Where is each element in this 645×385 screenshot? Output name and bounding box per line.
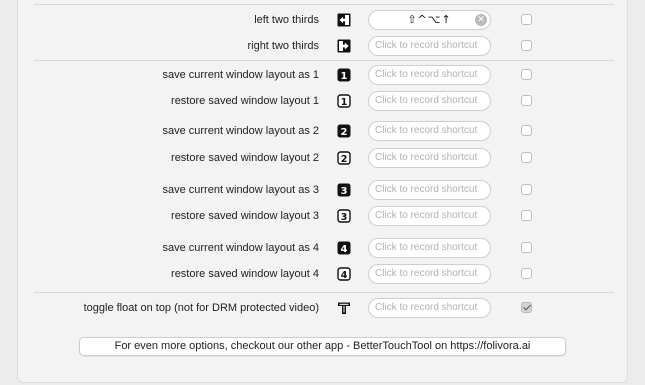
shortcut-recorder-field[interactable]: Click to record shortcut bbox=[368, 206, 491, 226]
shortcut-row: save current window layout as 3 3 Click to… bbox=[0, 180, 645, 200]
shortcut-row-label: restore saved window layout 4 bbox=[171, 268, 319, 280]
outlined-square-3-icon: 3 bbox=[337, 209, 351, 223]
shortcut-row-label: save current window layout as 4 bbox=[162, 242, 319, 254]
shortcut-row-label: save current window layout as 2 bbox=[162, 125, 319, 137]
enable-checkbox[interactable] bbox=[521, 184, 532, 195]
shortcut-row-label: toggle float on top (not for DRM protect… bbox=[83, 302, 319, 314]
separator bbox=[34, 4, 614, 5]
shortcut-row-label: right two thirds bbox=[247, 40, 319, 52]
enable-checkbox[interactable] bbox=[521, 95, 532, 106]
shortcut-row-label: restore saved window layout 1 bbox=[171, 95, 319, 107]
enable-checkbox[interactable] bbox=[521, 242, 532, 253]
svg-text:2: 2 bbox=[341, 127, 348, 138]
svg-text:2: 2 bbox=[341, 154, 348, 165]
separator bbox=[34, 60, 614, 61]
float-on-top-icon bbox=[337, 301, 351, 315]
shortcut-recorder-field[interactable]: Click to record shortcut bbox=[368, 298, 491, 318]
shortcut-recorder-field[interactable]: Click to record shortcut bbox=[368, 36, 491, 56]
shortcut-row: left two thirds ⇧^⌥↑ ✕ bbox=[0, 10, 645, 30]
enable-checkbox[interactable] bbox=[521, 125, 532, 136]
snap-left-two-thirds-icon bbox=[337, 13, 351, 27]
shortcut-row: save current window layout as 1 1 Click to… bbox=[0, 65, 645, 85]
outlined-square-2-icon: 2 bbox=[337, 151, 351, 165]
shortcut-row: save current window layout as 4 4 Click to… bbox=[0, 238, 645, 258]
outlined-square-1-icon: 1 bbox=[337, 94, 351, 108]
recorded-shortcut-value: ⇧^⌥↑ bbox=[407, 13, 452, 26]
filled-square-3-icon: 3 bbox=[337, 183, 351, 197]
filled-square-1-icon: 1 bbox=[337, 68, 351, 82]
shortcut-row: restore saved window layout 2 2 Click to r… bbox=[0, 148, 645, 168]
shortcut-recorder-field[interactable]: Click to record shortcut bbox=[368, 65, 491, 85]
enable-checkbox[interactable] bbox=[521, 40, 532, 51]
shortcut-row-label: save current window layout as 1 bbox=[162, 69, 319, 81]
filled-square-2-icon: 2 bbox=[337, 124, 351, 138]
enable-checkbox[interactable] bbox=[521, 268, 532, 279]
outlined-square-4-icon: 4 bbox=[337, 267, 351, 281]
svg-text:4: 4 bbox=[341, 244, 348, 255]
shortcut-row: restore saved window layout 3 3 Click to r… bbox=[0, 206, 645, 226]
shortcut-recorder-field[interactable]: Click to record shortcut bbox=[368, 180, 491, 200]
shortcut-row: restore saved window layout 1 1 Click to r… bbox=[0, 91, 645, 111]
shortcut-row: restore saved window layout 4 4 Click to r… bbox=[0, 264, 645, 284]
shortcut-row-label: restore saved window layout 3 bbox=[171, 210, 319, 222]
shortcut-row: right two thirds Click to record shortcut bbox=[0, 36, 645, 56]
bettertouchtool-link-button[interactable]: For even more options, checkout our othe… bbox=[79, 337, 566, 356]
shortcut-row: save current window layout as 2 2 Click to… bbox=[0, 121, 645, 141]
shortcut-recorder-field[interactable]: ⇧^⌥↑ ✕ bbox=[368, 10, 491, 30]
enable-checkbox[interactable] bbox=[521, 210, 532, 221]
svg-text:3: 3 bbox=[341, 186, 348, 197]
svg-text:1: 1 bbox=[341, 71, 348, 82]
svg-text:4: 4 bbox=[341, 270, 348, 281]
enable-checkbox[interactable] bbox=[521, 14, 532, 25]
enable-checkbox[interactable] bbox=[521, 302, 532, 313]
filled-square-4-icon: 4 bbox=[337, 241, 351, 255]
shortcut-recorder-field[interactable]: Click to record shortcut bbox=[368, 91, 491, 111]
shortcut-row-label: save current window layout as 3 bbox=[162, 184, 319, 196]
separator bbox=[34, 292, 614, 293]
svg-text:1: 1 bbox=[341, 97, 348, 108]
shortcut-recorder-field[interactable]: Click to record shortcut bbox=[368, 121, 491, 141]
shortcut-row-label: restore saved window layout 2 bbox=[171, 152, 319, 164]
shortcut-recorder-field[interactable]: Click to record shortcut bbox=[368, 148, 491, 168]
shortcut-recorder-field[interactable]: Click to record shortcut bbox=[368, 238, 491, 258]
shortcut-row: toggle float on top (not for DRM protect… bbox=[0, 298, 645, 318]
shortcut-recorder-field[interactable]: Click to record shortcut bbox=[368, 264, 491, 284]
snap-right-two-thirds-icon bbox=[337, 39, 351, 53]
clear-shortcut-icon[interactable]: ✕ bbox=[475, 14, 487, 26]
svg-text:3: 3 bbox=[341, 212, 348, 223]
enable-checkbox[interactable] bbox=[521, 69, 532, 80]
shortcut-row-label: left two thirds bbox=[254, 14, 319, 26]
enable-checkbox[interactable] bbox=[521, 152, 532, 163]
